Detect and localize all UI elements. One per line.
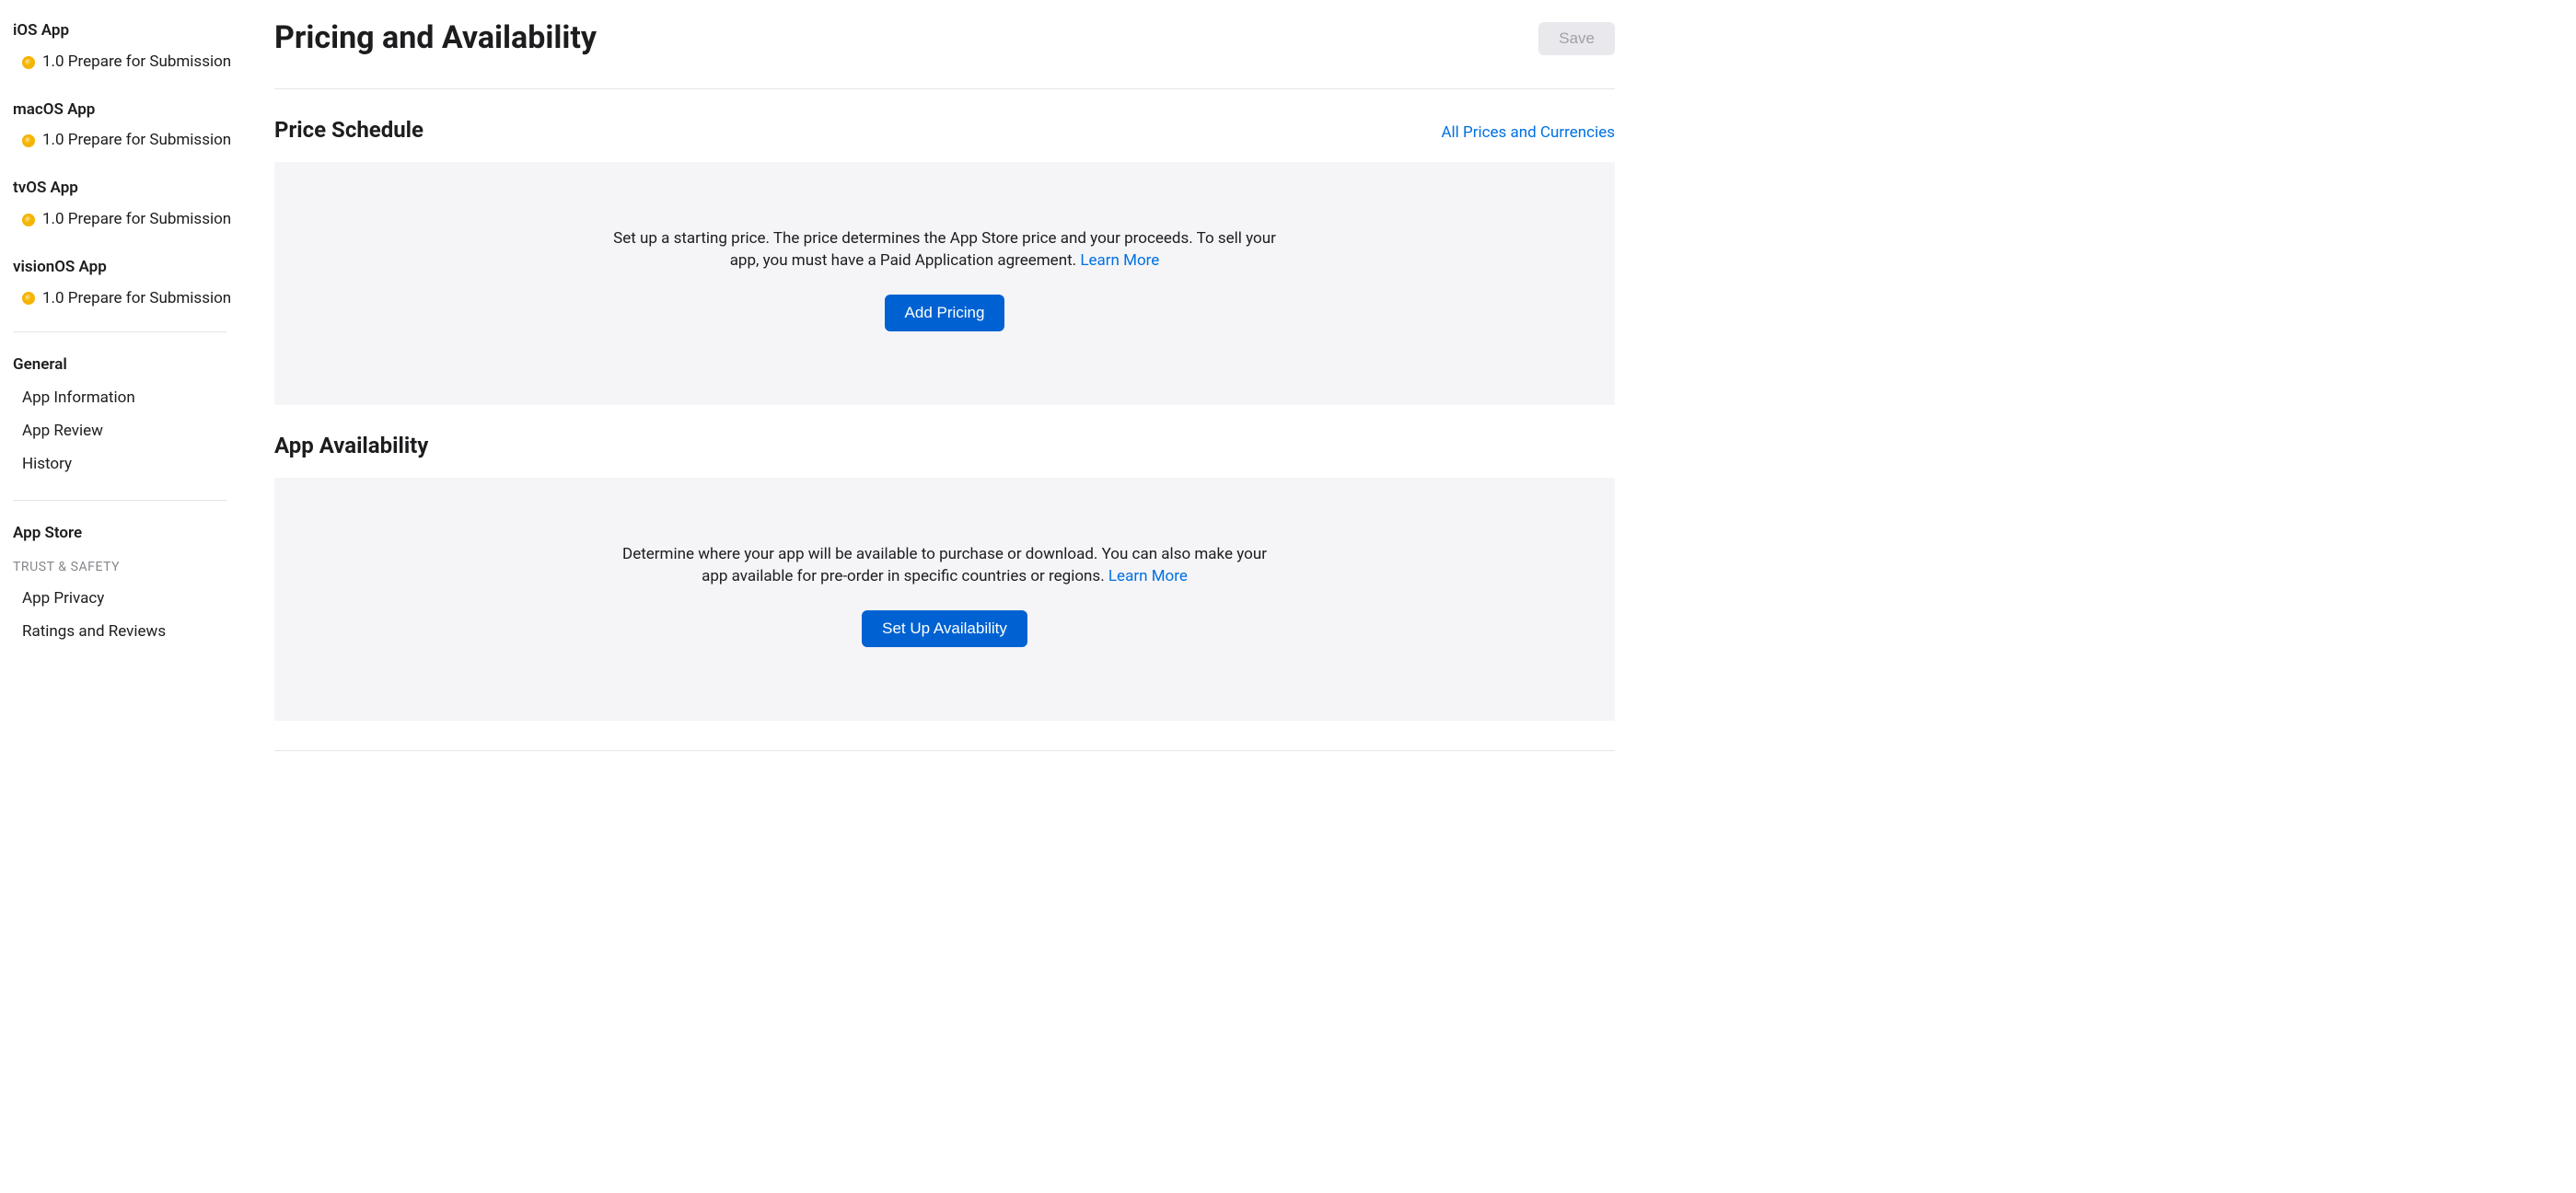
- learn-more-link[interactable]: Learn More: [1108, 567, 1188, 585]
- save-button[interactable]: Save: [1538, 22, 1615, 55]
- price-description: Set up a starting price. The price deter…: [613, 228, 1276, 272]
- section-title-price: Price Schedule: [274, 115, 424, 146]
- sidebar-version-label: 1.0 Prepare for Submission: [42, 130, 231, 152]
- availability-description: Determine where your app will be availab…: [613, 544, 1276, 588]
- section-divider: [274, 750, 1615, 751]
- main-content: Pricing and Availability Save Price Sche…: [238, 0, 1637, 751]
- sidebar-divider: [13, 500, 226, 501]
- sidebar-version-visionos[interactable]: 1.0 Prepare for Submission: [13, 284, 238, 314]
- sidebar-item-app-information[interactable]: App Information: [13, 382, 238, 415]
- sidebar-divider: [13, 331, 226, 332]
- sidebar-item-app-privacy[interactable]: App Privacy: [13, 583, 238, 616]
- section-price-schedule: Price Schedule All Prices and Currencies…: [274, 89, 1615, 405]
- sidebar-item-history[interactable]: History: [13, 448, 238, 481]
- sidebar-version-label: 1.0 Prepare for Submission: [42, 209, 231, 231]
- section-app-availability: App Availability Determine where your ap…: [274, 405, 1615, 721]
- sidebar-version-label: 1.0 Prepare for Submission: [42, 52, 231, 74]
- availability-panel: Determine where your app will be availab…: [274, 478, 1615, 721]
- page-header: Pricing and Availability Save: [274, 17, 1615, 89]
- sidebar-subhead-trust-safety: TRUST & SAFETY: [13, 550, 238, 583]
- sidebar-heading-general: General: [13, 351, 238, 382]
- price-panel: Set up a starting price. The price deter…: [274, 162, 1615, 405]
- sidebar-item-visionos[interactable]: visionOS App: [13, 253, 238, 284]
- sidebar-item-macos[interactable]: macOS App: [13, 96, 238, 127]
- status-dot-icon: [22, 214, 35, 226]
- status-dot-icon: [22, 56, 35, 69]
- sidebar-item-app-review[interactable]: App Review: [13, 415, 238, 448]
- page-title: Pricing and Availability: [274, 17, 597, 61]
- set-up-availability-button[interactable]: Set Up Availability: [862, 610, 1027, 647]
- sidebar-item-tvos[interactable]: tvOS App: [13, 174, 238, 205]
- sidebar: iOS App 1.0 Prepare for Submission macOS…: [0, 0, 238, 751]
- sidebar-version-label: 1.0 Prepare for Submission: [42, 288, 231, 310]
- add-pricing-button[interactable]: Add Pricing: [885, 295, 1005, 331]
- sidebar-version-macos[interactable]: 1.0 Prepare for Submission: [13, 126, 238, 156]
- section-title-availability: App Availability: [274, 431, 428, 462]
- all-prices-link[interactable]: All Prices and Currencies: [1441, 122, 1615, 145]
- sidebar-item-ratings-reviews[interactable]: Ratings and Reviews: [13, 616, 238, 649]
- learn-more-link[interactable]: Learn More: [1080, 251, 1159, 270]
- sidebar-heading-appstore: App Store: [13, 519, 238, 550]
- status-dot-icon: [22, 134, 35, 147]
- sidebar-version-ios[interactable]: 1.0 Prepare for Submission: [13, 48, 238, 77]
- sidebar-item-ios[interactable]: iOS App: [13, 17, 238, 48]
- sidebar-version-tvos[interactable]: 1.0 Prepare for Submission: [13, 205, 238, 235]
- status-dot-icon: [22, 292, 35, 305]
